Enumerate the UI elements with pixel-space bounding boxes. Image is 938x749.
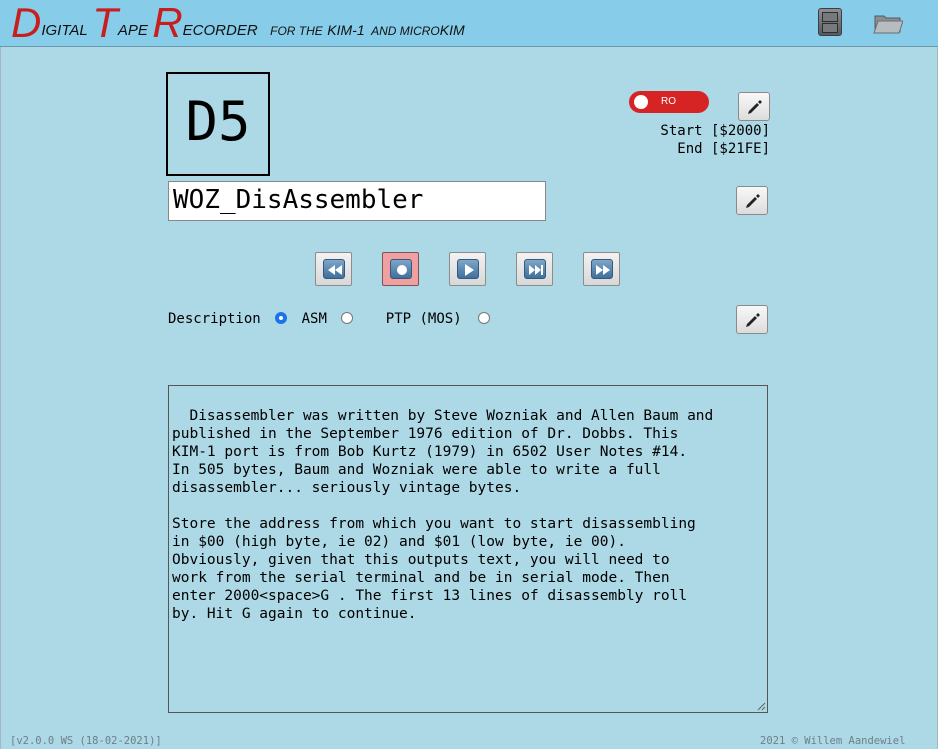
toggle-label: RO: [661, 96, 676, 107]
read-only-toggle[interactable]: RO: [629, 91, 709, 113]
subtitle-for-the: FOR THE: [270, 24, 323, 38]
cabinet-drawer: [822, 23, 838, 33]
title-cap-r: R: [152, 0, 183, 46]
pencil-icon: [746, 313, 760, 327]
subtitle-kim1: KIM-1: [327, 22, 365, 38]
description-text: Disassembler was written by Steve Woznia…: [172, 408, 714, 622]
rewind-icon: [328, 265, 342, 275]
app-title: DIGITAL TAPE RECORDER FOR THE KIM-1 AND …: [11, 2, 465, 44]
skip-forward-button[interactable]: [516, 252, 553, 286]
radio-ptp-mos[interactable]: [478, 312, 491, 324]
pencil-icon: [748, 100, 762, 114]
subtitle-kim: KIM: [439, 22, 465, 38]
title-cap-d: D: [11, 0, 42, 46]
edit-address-button[interactable]: [738, 92, 770, 121]
tape-name-field[interactable]: WOZ_DisAssembler: [168, 181, 546, 221]
toggle-knob: [634, 95, 648, 109]
title-cap-t: T: [92, 0, 118, 46]
cabinet-drawer: [822, 12, 838, 22]
file-cabinet-icon[interactable]: [818, 8, 842, 36]
folder-open-icon[interactable]: [873, 8, 904, 36]
ptp-mos-label: PTP (MOS): [385, 311, 462, 327]
play-button[interactable]: [449, 252, 486, 286]
address-range: Start [$2000] End [$21FE]: [600, 122, 770, 158]
title-word-2: APE: [117, 22, 148, 39]
header-bar: DIGITAL TAPE RECORDER FOR THE KIM-1 AND …: [0, 0, 938, 47]
radio-description[interactable]: [275, 312, 288, 324]
start-address: Start [$2000]: [660, 123, 770, 139]
play-icon: [465, 264, 474, 276]
title-word-3: ECORDER: [182, 22, 258, 39]
resize-handle-icon[interactable]: [756, 701, 766, 711]
copyright-footer: 2021 © Willem Aandewiel: [760, 735, 906, 747]
asm-label: ASM: [301, 311, 327, 327]
end-address: End [$21FE]: [677, 141, 770, 157]
pencil-icon: [746, 194, 760, 208]
subtitle-and-micro: AND MICRO: [371, 24, 440, 38]
record-icon: [397, 265, 407, 275]
fast-forward-button[interactable]: [583, 252, 620, 286]
edit-description-button[interactable]: [736, 305, 768, 334]
title-word-1: IGITAL: [41, 22, 88, 39]
fast-forward-icon: [596, 265, 610, 275]
rewind-button[interactable]: [315, 252, 352, 286]
description-label: Description: [168, 311, 261, 327]
radio-asm[interactable]: [341, 312, 354, 324]
tape-id-label: D5: [166, 72, 270, 176]
edit-name-button[interactable]: [736, 186, 768, 215]
skip-forward-icon: [529, 265, 543, 275]
description-format-row: Description ASM PTP (MOS): [168, 311, 491, 327]
record-button[interactable]: [382, 252, 419, 286]
version-footer: [v2.0.0 WS (18-02-2021)]: [10, 735, 162, 747]
description-textarea[interactable]: Disassembler was written by Steve Woznia…: [168, 385, 768, 713]
